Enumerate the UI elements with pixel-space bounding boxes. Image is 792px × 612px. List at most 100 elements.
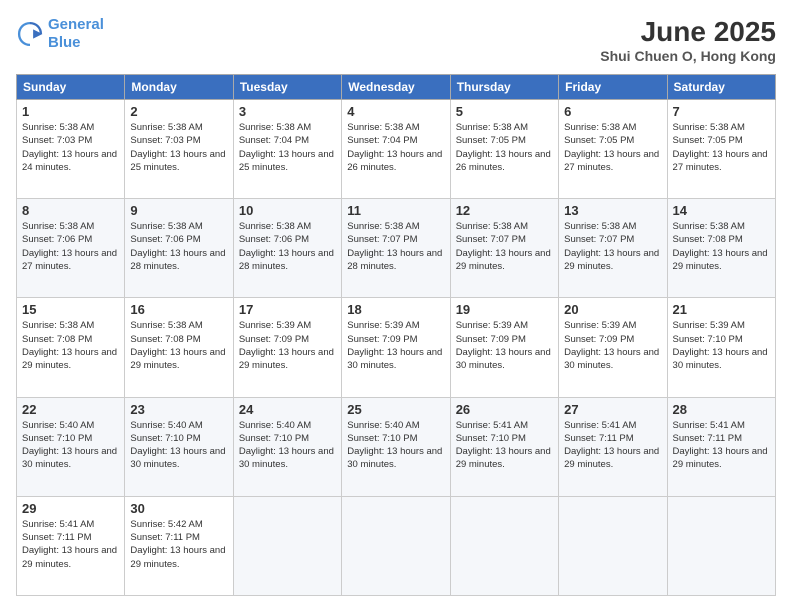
- day-info: Sunrise: 5:38 AMSunset: 7:04 PMDaylight:…: [239, 122, 334, 173]
- table-row: 27 Sunrise: 5:41 AMSunset: 7:11 PMDaylig…: [559, 397, 667, 496]
- table-row: 6 Sunrise: 5:38 AMSunset: 7:05 PMDayligh…: [559, 100, 667, 199]
- day-number: 2: [130, 104, 227, 119]
- day-number: 28: [673, 402, 770, 417]
- table-row: 2 Sunrise: 5:38 AMSunset: 7:03 PMDayligh…: [125, 100, 233, 199]
- day-info: Sunrise: 5:38 AMSunset: 7:06 PMDaylight:…: [130, 221, 225, 272]
- table-row: 13 Sunrise: 5:38 AMSunset: 7:07 PMDaylig…: [559, 199, 667, 298]
- day-info: Sunrise: 5:38 AMSunset: 7:08 PMDaylight:…: [673, 221, 768, 272]
- day-info: Sunrise: 5:38 AMSunset: 7:06 PMDaylight:…: [22, 221, 117, 272]
- table-row: 19 Sunrise: 5:39 AMSunset: 7:09 PMDaylig…: [450, 298, 558, 397]
- day-info: Sunrise: 5:38 AMSunset: 7:08 PMDaylight:…: [22, 320, 117, 371]
- day-info: Sunrise: 5:41 AMSunset: 7:11 PMDaylight:…: [22, 519, 117, 570]
- table-row: 21 Sunrise: 5:39 AMSunset: 7:10 PMDaylig…: [667, 298, 775, 397]
- day-info: Sunrise: 5:40 AMSunset: 7:10 PMDaylight:…: [130, 420, 225, 471]
- day-number: 14: [673, 203, 770, 218]
- day-number: 13: [564, 203, 661, 218]
- col-friday: Friday: [559, 75, 667, 100]
- table-row: 14 Sunrise: 5:38 AMSunset: 7:08 PMDaylig…: [667, 199, 775, 298]
- table-row: 26 Sunrise: 5:41 AMSunset: 7:10 PMDaylig…: [450, 397, 558, 496]
- header: General Blue June 2025 Shui Chuen O, Hon…: [16, 16, 776, 64]
- day-number: 9: [130, 203, 227, 218]
- table-row: 8 Sunrise: 5:38 AMSunset: 7:06 PMDayligh…: [17, 199, 125, 298]
- day-info: Sunrise: 5:39 AMSunset: 7:09 PMDaylight:…: [456, 320, 551, 371]
- logo-icon: [16, 20, 44, 48]
- table-row: 18 Sunrise: 5:39 AMSunset: 7:09 PMDaylig…: [342, 298, 450, 397]
- day-info: Sunrise: 5:38 AMSunset: 7:08 PMDaylight:…: [130, 320, 225, 371]
- logo-line2: Blue: [48, 34, 81, 51]
- day-info: Sunrise: 5:38 AMSunset: 7:07 PMDaylight:…: [347, 221, 442, 272]
- table-row: 11 Sunrise: 5:38 AMSunset: 7:07 PMDaylig…: [342, 199, 450, 298]
- day-number: 23: [130, 402, 227, 417]
- table-row: 17 Sunrise: 5:39 AMSunset: 7:09 PMDaylig…: [233, 298, 341, 397]
- logo-text: General Blue: [48, 16, 104, 52]
- day-number: 11: [347, 203, 444, 218]
- table-row: 10 Sunrise: 5:38 AMSunset: 7:06 PMDaylig…: [233, 199, 341, 298]
- calendar-week-5: 29 Sunrise: 5:41 AMSunset: 7:11 PMDaylig…: [17, 496, 776, 595]
- table-row: 28 Sunrise: 5:41 AMSunset: 7:11 PMDaylig…: [667, 397, 775, 496]
- day-info: Sunrise: 5:38 AMSunset: 7:05 PMDaylight:…: [564, 122, 659, 173]
- table-row: 5 Sunrise: 5:38 AMSunset: 7:05 PMDayligh…: [450, 100, 558, 199]
- table-row: [233, 496, 341, 595]
- page: General Blue June 2025 Shui Chuen O, Hon…: [0, 0, 792, 612]
- day-number: 18: [347, 302, 444, 317]
- day-number: 12: [456, 203, 553, 218]
- day-info: Sunrise: 5:40 AMSunset: 7:10 PMDaylight:…: [22, 420, 117, 471]
- table-row: 4 Sunrise: 5:38 AMSunset: 7:04 PMDayligh…: [342, 100, 450, 199]
- calendar-week-1: 1 Sunrise: 5:38 AMSunset: 7:03 PMDayligh…: [17, 100, 776, 199]
- table-row: 20 Sunrise: 5:39 AMSunset: 7:09 PMDaylig…: [559, 298, 667, 397]
- table-row: 23 Sunrise: 5:40 AMSunset: 7:10 PMDaylig…: [125, 397, 233, 496]
- table-row: 16 Sunrise: 5:38 AMSunset: 7:08 PMDaylig…: [125, 298, 233, 397]
- col-thursday: Thursday: [450, 75, 558, 100]
- day-number: 26: [456, 402, 553, 417]
- table-row: 7 Sunrise: 5:38 AMSunset: 7:05 PMDayligh…: [667, 100, 775, 199]
- day-number: 1: [22, 104, 119, 119]
- day-info: Sunrise: 5:38 AMSunset: 7:03 PMDaylight:…: [22, 122, 117, 173]
- day-number: 10: [239, 203, 336, 218]
- day-number: 16: [130, 302, 227, 317]
- col-saturday: Saturday: [667, 75, 775, 100]
- day-number: 22: [22, 402, 119, 417]
- day-info: Sunrise: 5:41 AMSunset: 7:11 PMDaylight:…: [564, 420, 659, 471]
- day-number: 6: [564, 104, 661, 119]
- col-sunday: Sunday: [17, 75, 125, 100]
- day-number: 25: [347, 402, 444, 417]
- table-row: 12 Sunrise: 5:38 AMSunset: 7:07 PMDaylig…: [450, 199, 558, 298]
- day-info: Sunrise: 5:40 AMSunset: 7:10 PMDaylight:…: [347, 420, 442, 471]
- table-row: 25 Sunrise: 5:40 AMSunset: 7:10 PMDaylig…: [342, 397, 450, 496]
- day-info: Sunrise: 5:41 AMSunset: 7:11 PMDaylight:…: [673, 420, 768, 471]
- table-row: 29 Sunrise: 5:41 AMSunset: 7:11 PMDaylig…: [17, 496, 125, 595]
- day-number: 3: [239, 104, 336, 119]
- day-info: Sunrise: 5:38 AMSunset: 7:07 PMDaylight:…: [456, 221, 551, 272]
- day-number: 5: [456, 104, 553, 119]
- table-row: [559, 496, 667, 595]
- day-info: Sunrise: 5:38 AMSunset: 7:07 PMDaylight:…: [564, 221, 659, 272]
- col-wednesday: Wednesday: [342, 75, 450, 100]
- day-number: 7: [673, 104, 770, 119]
- table-row: 1 Sunrise: 5:38 AMSunset: 7:03 PMDayligh…: [17, 100, 125, 199]
- day-number: 17: [239, 302, 336, 317]
- table-row: [667, 496, 775, 595]
- table-row: [450, 496, 558, 595]
- table-row: 3 Sunrise: 5:38 AMSunset: 7:04 PMDayligh…: [233, 100, 341, 199]
- day-info: Sunrise: 5:38 AMSunset: 7:05 PMDaylight:…: [673, 122, 768, 173]
- day-info: Sunrise: 5:42 AMSunset: 7:11 PMDaylight:…: [130, 519, 225, 570]
- calendar-week-4: 22 Sunrise: 5:40 AMSunset: 7:10 PMDaylig…: [17, 397, 776, 496]
- logo: General Blue: [16, 16, 104, 52]
- day-number: 4: [347, 104, 444, 119]
- day-info: Sunrise: 5:38 AMSunset: 7:05 PMDaylight:…: [456, 122, 551, 173]
- day-number: 30: [130, 501, 227, 516]
- day-info: Sunrise: 5:39 AMSunset: 7:10 PMDaylight:…: [673, 320, 768, 371]
- calendar-week-2: 8 Sunrise: 5:38 AMSunset: 7:06 PMDayligh…: [17, 199, 776, 298]
- calendar-week-3: 15 Sunrise: 5:38 AMSunset: 7:08 PMDaylig…: [17, 298, 776, 397]
- day-number: 24: [239, 402, 336, 417]
- day-number: 29: [22, 501, 119, 516]
- day-number: 20: [564, 302, 661, 317]
- day-number: 15: [22, 302, 119, 317]
- table-row: 22 Sunrise: 5:40 AMSunset: 7:10 PMDaylig…: [17, 397, 125, 496]
- day-number: 27: [564, 402, 661, 417]
- calendar-table: Sunday Monday Tuesday Wednesday Thursday…: [16, 74, 776, 596]
- title-block: June 2025 Shui Chuen O, Hong Kong: [600, 16, 776, 64]
- day-info: Sunrise: 5:41 AMSunset: 7:10 PMDaylight:…: [456, 420, 551, 471]
- col-monday: Monday: [125, 75, 233, 100]
- logo-line1: General: [48, 16, 104, 33]
